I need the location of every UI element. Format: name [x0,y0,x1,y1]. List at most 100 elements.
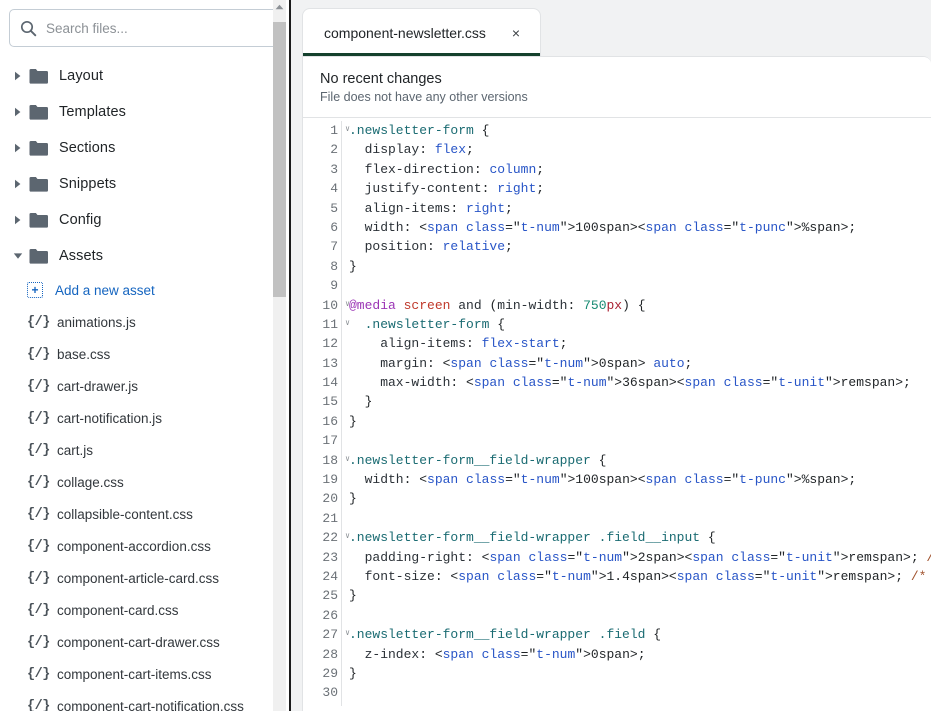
chevron-down-icon[interactable] [11,249,25,263]
file-list-item-label: cart-notification.js [57,411,162,426]
line-number: 4 [303,179,341,198]
chevron-right-icon[interactable] [11,177,25,191]
theme-code-editor-app: Layout Templates Section [0,0,931,711]
scrollbar-thumb[interactable] [273,22,286,297]
line-number: 25 [303,586,341,605]
tab-label: component-newsletter.css [324,25,486,41]
file-list-item[interactable]: {/} cart-notification.js [0,402,291,434]
recent-changes-banner: No recent changes File does not have any… [303,57,931,118]
add-new-asset-label: Add a new asset [55,283,155,298]
line-number: 1∨ [303,121,341,140]
file-explorer-panel: Layout Templates Section [0,0,291,711]
tab-component-newsletter-css[interactable]: component-newsletter.css × [302,8,541,56]
folder-icon [29,104,48,120]
code-fold-chevron-icon[interactable]: ∨ [345,530,350,544]
code-line: margin: <span class="t-num">0span> auto; [349,354,931,373]
file-list-item[interactable]: {/}collapsible-content.css [0,498,291,530]
line-number: 30 [303,683,341,702]
tree-folder-label: Snippets [59,176,116,192]
search-box[interactable] [9,9,282,47]
add-new-asset-button[interactable]: + Add a new asset [0,274,291,306]
code-line: flex-direction: column; [349,160,931,179]
chevron-right-icon[interactable] [11,69,25,83]
line-number: 11∨ [303,315,341,334]
line-number: 20 [303,489,341,508]
file-list-item[interactable]: {/} collage.css [0,466,291,498]
tree-folder-config[interactable]: Config [0,202,291,238]
code-line: } [349,586,931,605]
folder-icon [29,140,48,156]
file-list-item[interactable]: {/} component-cart-notification.css [0,690,291,711]
line-number: 14 [303,373,341,392]
code-file-icon: {/} [27,475,49,490]
gutter-divider [341,121,342,706]
add-plus-icon: + [27,282,43,298]
scroll-up-arrow-icon[interactable] [273,0,286,14]
code-file-icon: {/} [27,379,49,394]
file-list-item-label: component-cart-items.css [57,667,212,682]
file-list-item[interactable]: {/}cart.js [0,434,291,466]
line-number: 12 [303,334,341,353]
code-file-icon: {/} [27,411,49,426]
chevron-right-icon[interactable] [11,213,25,227]
chevron-right-icon[interactable] [11,141,25,155]
line-number: 22∨ [303,528,341,547]
code-line: padding-right: <span class="t-num">2span… [349,548,931,567]
file-list-item-label: collapsible-content.css [57,507,193,522]
tree-folder-label: Sections [59,140,115,156]
code-fold-chevron-icon[interactable]: ∨ [345,123,350,137]
line-number: 10∨ [303,296,341,315]
search-input[interactable] [46,21,271,36]
recent-changes-subtitle: File does not have any other versions [320,90,914,104]
code-line [349,683,931,702]
code-fold-chevron-icon[interactable]: ∨ [345,298,350,312]
file-list-item[interactable]: {/}component-accordion.css [0,530,291,562]
file-list-item-label: component-cart-drawer.css [57,635,220,650]
code-file-icon: {/} [27,635,49,650]
code-file-icon: {/} [27,667,49,682]
code-editor-area[interactable]: 1∨2345678910∨11∨12131415161718∨19202122∨… [303,118,931,706]
code-line: .newsletter-form { [349,121,931,140]
tree-folder-layout[interactable]: Layout [0,58,291,94]
explorer-scrollbar[interactable] [273,0,286,711]
line-number: 5 [303,199,341,218]
tree-folder-assets[interactable]: Assets [0,238,291,274]
code-line [349,276,931,295]
file-list-item-label: component-cart-notification.css [57,699,244,711]
code-fold-chevron-icon[interactable]: ∨ [345,453,350,467]
line-number-gutter: 1∨2345678910∨11∨12131415161718∨19202122∨… [303,121,341,706]
chevron-right-icon[interactable] [11,105,25,119]
recent-changes-title: No recent changes [320,71,914,87]
file-list-item[interactable]: {/}base.css [0,338,291,370]
code-line: font-size: <span class="t-num">1.4span><… [349,567,931,586]
close-icon[interactable]: × [508,24,524,42]
line-number: 28 [303,645,341,664]
line-number: 23 [303,548,341,567]
file-list-item[interactable]: {/} component-cart-drawer.css [0,626,291,658]
tree-folder-sections[interactable]: Sections [0,130,291,166]
code-line: } [349,489,931,508]
search-icon [20,20,37,37]
line-number: 26 [303,606,341,625]
file-list-item[interactable]: {/}component-article-card.css [0,562,291,594]
code-file-icon: {/} [27,443,49,458]
code-file-icon: {/} [27,699,49,711]
file-list-item[interactable]: {/} component-card.css [0,594,291,626]
file-list-item[interactable]: {/}cart-drawer.js [0,370,291,402]
code-fold-chevron-icon[interactable]: ∨ [345,627,350,641]
code-line: z-index: <span class="t-num">0span>; [349,645,931,664]
code-content[interactable]: .newsletter-form { display: flex; flex-d… [349,121,931,706]
line-number: 3 [303,160,341,179]
tree-folder-snippets[interactable]: Snippets [0,166,291,202]
code-fold-chevron-icon[interactable]: ∨ [345,317,350,331]
file-list-item-label: collage.css [57,475,124,490]
code-line: @media screen and (min-width: 750px) { [349,296,931,315]
file-list-item[interactable]: {/} component-cart-items.css [0,658,291,690]
code-line [349,509,931,528]
folder-icon [29,68,48,84]
file-list-item-label: component-card.css [57,603,179,618]
file-list-item[interactable]: {/}animations.js [0,306,291,338]
line-number: 13 [303,354,341,373]
tree-folder-templates[interactable]: Templates [0,94,291,130]
code-file-icon: {/} [27,603,49,618]
